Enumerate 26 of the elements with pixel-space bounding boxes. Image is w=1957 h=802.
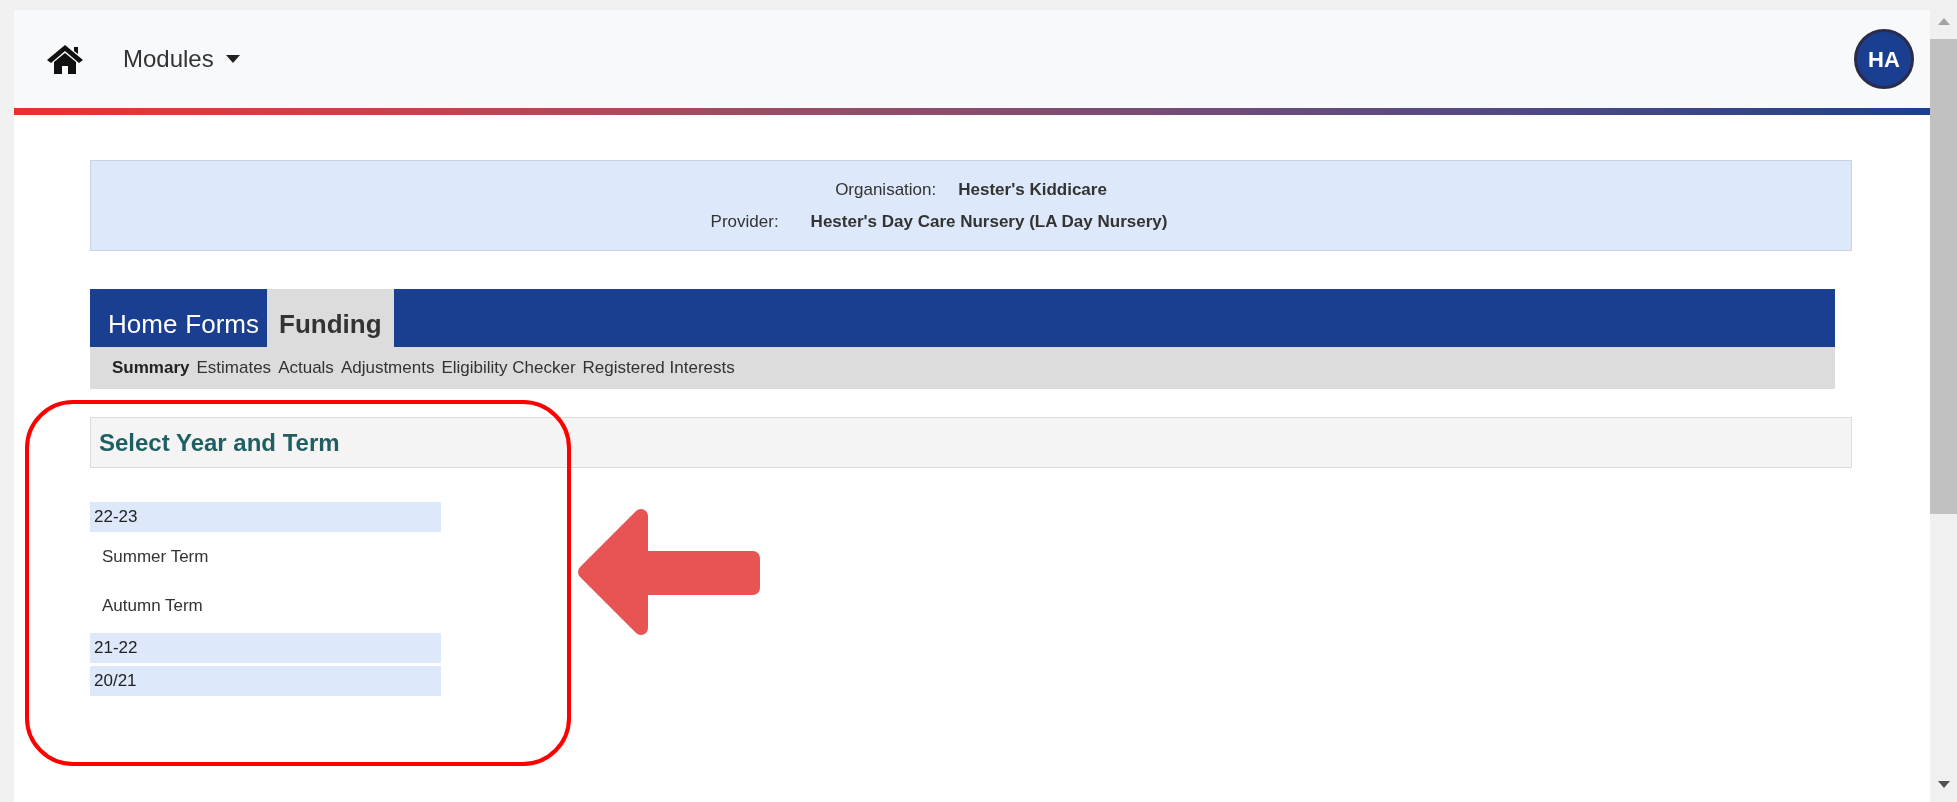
subtab-link[interactable]: Registered Interests xyxy=(582,355,735,381)
info-value: Hester's Kiddicare xyxy=(958,179,1107,201)
term-item[interactable]: Autumn Term xyxy=(102,592,203,619)
info-value: Hester's Day Care Nursery (LA Day Nursery) xyxy=(810,210,1168,233)
modules-menu[interactable]: Modules xyxy=(123,41,240,77)
scrollbar-thumb[interactable] xyxy=(1930,39,1957,514)
subtab-link[interactable]: Adjustments xyxy=(340,355,435,381)
year-item[interactable]: 22-23 xyxy=(90,502,441,532)
scroll-up-icon[interactable] xyxy=(1937,18,1950,25)
tab[interactable]: Home xyxy=(108,289,178,347)
subtab-link[interactable]: Summary xyxy=(112,355,190,381)
subtab-link[interactable]: Actuals xyxy=(278,355,334,381)
info-label: Provider: xyxy=(710,210,779,233)
term-item[interactable]: Summer Term xyxy=(102,543,209,570)
subtab-link[interactable]: Eligibility Checker xyxy=(441,355,576,381)
year-item[interactable]: 20/21 xyxy=(90,666,441,696)
year-item[interactable]: 21-22 xyxy=(90,633,441,663)
subtab-link[interactable]: Estimates xyxy=(196,355,272,381)
user-avatar[interactable]: HA xyxy=(1854,29,1914,89)
tab[interactable]: Funding xyxy=(267,289,394,347)
info-label: Organisation: xyxy=(835,179,937,201)
panel-title: Select Year and Term xyxy=(99,427,340,458)
home-icon[interactable] xyxy=(45,43,85,75)
caret-icon xyxy=(225,55,240,63)
tab[interactable]: Forms xyxy=(185,289,260,347)
scroll-down-icon[interactable] xyxy=(1937,781,1950,788)
